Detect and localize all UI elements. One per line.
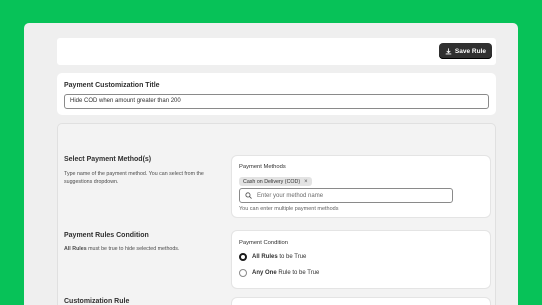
payment-condition-card: Payment Condition All Rules to be True A… (232, 231, 490, 288)
method-tag: Cash on Delivery (COD) × (239, 177, 312, 186)
method-search-placeholder: Enter your method name (257, 192, 324, 199)
condition-option-all-label: All Rules to be True (252, 254, 307, 260)
payment-methods-section-desc: Type name of the payment method. You can… (64, 171, 204, 185)
title-card: Payment Customization Title Hide COD whe… (57, 73, 496, 115)
save-icon (445, 47, 452, 54)
method-search-input[interactable]: Enter your method name (239, 188, 453, 203)
save-rule-label: Save Rule (454, 47, 486, 55)
save-rule-button[interactable]: Save Rule (438, 43, 492, 59)
title-card-heading: Payment Customization Title (64, 82, 160, 89)
condition-option-all[interactable]: All Rules to be True (239, 253, 306, 261)
remove-tag-icon[interactable]: × (304, 179, 308, 185)
top-action-bar: Save Rule (57, 38, 496, 65)
payment-methods-label: Payment Methods (239, 164, 286, 170)
payment-condition-label: Payment Condition (239, 240, 288, 246)
method-tag-label: Cash on Delivery (COD) (243, 178, 301, 185)
condition-option-any-label: Any One Rule to be True (252, 270, 320, 276)
radio-unselected[interactable] (239, 269, 247, 277)
customization-rule-card (232, 298, 490, 305)
payment-methods-section-title: Select Payment Method(s) (64, 156, 152, 163)
app-window: Save Rule Payment Customization Title Hi… (24, 23, 518, 305)
rules-condition-section-desc: All Rules must be true to hide selected … (64, 246, 214, 254)
condition-option-any[interactable]: Any One Rule to be True (239, 269, 319, 277)
radio-selected[interactable] (239, 253, 247, 261)
search-icon (245, 192, 252, 199)
rules-condition-desc-bold: All Rules (64, 246, 87, 252)
rules-condition-section-title: Payment Rules Condition (64, 232, 149, 239)
payment-methods-help: You can enter multiple payment methods (239, 206, 339, 212)
customization-title-input[interactable]: Hide COD when amount greater than 200 (64, 94, 489, 109)
customization-rule-section-title: Customization Rule (64, 298, 130, 305)
settings-card: Select Payment Method(s) Type name of th… (57, 123, 496, 305)
rules-condition-desc-rest: must be true to hide selected methods. (86, 246, 180, 252)
payment-methods-card: Payment Methods Cash on Delivery (COD) ×… (232, 156, 490, 217)
